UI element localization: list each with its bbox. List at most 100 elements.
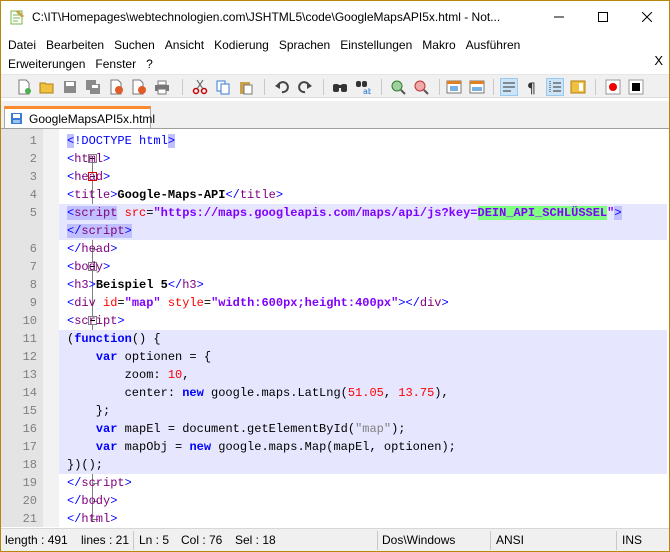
redo-icon[interactable]	[296, 78, 314, 96]
toolbar-separator	[323, 79, 324, 95]
window-title: C:\IT\Homepages\webtechnologien.com\JSHT…	[32, 10, 501, 24]
copy-icon[interactable]	[214, 78, 232, 96]
close-file-icon[interactable]	[107, 78, 125, 96]
code-line-2: <html>	[67, 152, 111, 166]
line-number: 16	[22, 422, 37, 436]
toolbar-separator	[493, 79, 494, 95]
menu-kodierung[interactable]: Kodierung	[207, 38, 269, 52]
notepadpp-window: C:\IT\Homepages\webtechnologien.com\JSHT…	[0, 0, 670, 552]
print-icon[interactable]	[153, 78, 171, 96]
menu-erweiterungen[interactable]: Erweiterungen	[1, 57, 85, 71]
code-line-12: var optionen = {	[59, 348, 667, 366]
menu-sprachen[interactable]: Sprachen	[272, 38, 330, 52]
minimize-icon	[554, 16, 564, 18]
code-line-14: center: new google.maps.LatLng(51.05, 13…	[59, 384, 667, 402]
toolbar: ab ¶	[1, 74, 669, 98]
status-separator	[490, 531, 491, 550]
menu-bearbeiten[interactable]: Bearbeiten	[39, 38, 104, 52]
close-document-button[interactable]: X	[654, 53, 663, 68]
saved-file-icon	[11, 113, 22, 124]
status-col: Col : 76	[181, 533, 223, 547]
status-mode[interactable]: INS	[622, 533, 642, 547]
save-all-icon[interactable]	[84, 78, 102, 96]
code-line-15: };	[59, 402, 667, 420]
indent-guide-icon[interactable]	[546, 78, 564, 96]
maximize-button[interactable]	[581, 1, 625, 33]
code-line-9: <div id="map" style="width:600px;height:…	[67, 296, 449, 310]
menu-ausfuehren[interactable]: Ausführen	[459, 38, 521, 52]
paste-icon[interactable]	[237, 78, 255, 96]
menu-row-1: Datei Bearbeiten Suchen Ansicht Kodierun…	[1, 35, 523, 54]
menu-makro[interactable]: Makro	[415, 38, 455, 52]
new-file-icon[interactable]	[15, 78, 33, 96]
replace-icon[interactable]: ab	[354, 78, 372, 96]
code-line-13: zoom: 10,	[59, 366, 667, 384]
sync-v-icon[interactable]	[445, 78, 463, 96]
line-number: 19	[22, 476, 37, 490]
line-number: 3	[29, 170, 37, 184]
tab-googlemapsapi5x[interactable]: GoogleMapsAPI5x.html	[4, 106, 155, 129]
toolbar-separator	[381, 79, 382, 95]
code-line-16: var mapEl = document.getElementById("map…	[59, 420, 667, 438]
minimize-button[interactable]	[537, 1, 581, 33]
record-macro-icon[interactable]	[604, 78, 622, 96]
menu-row-2: Erweiterungen Fenster ?	[1, 54, 156, 73]
code-line-1: <!DOCTYPE html>	[67, 134, 176, 148]
line-number: 9	[29, 296, 37, 310]
status-sel: Sel : 18	[235, 533, 276, 547]
code-line-8: <h3>Beispiel 5</h3>	[67, 278, 204, 292]
close-all-icon[interactable]	[130, 78, 148, 96]
find-icon[interactable]	[331, 78, 349, 96]
doc-map-icon[interactable]	[569, 78, 587, 96]
menu-help[interactable]: ?	[139, 57, 153, 71]
tab-label: GoogleMapsAPI5x.html	[29, 112, 156, 126]
line-number: 5	[29, 206, 37, 220]
line-number: 12	[22, 350, 37, 364]
zoom-in-icon[interactable]	[389, 78, 407, 96]
status-ln: Ln : 5	[139, 533, 170, 547]
status-eol[interactable]: Dos\Windows	[382, 533, 455, 547]
sync-h-icon[interactable]	[468, 78, 486, 96]
menu-ansicht[interactable]: Ansicht	[158, 38, 204, 52]
toolbar-separator	[264, 79, 265, 95]
maximize-icon	[598, 12, 608, 22]
status-encoding[interactable]: ANSI	[496, 533, 524, 547]
line-number: 18	[22, 458, 37, 472]
status-separator	[377, 531, 378, 550]
undo-icon[interactable]	[273, 78, 291, 96]
tab-bar: GoogleMapsAPI5x.html	[1, 101, 669, 129]
line-number: 13	[22, 368, 37, 382]
menu-suchen[interactable]: Suchen	[107, 38, 155, 52]
toolbar-separator	[595, 79, 596, 95]
menu-fenster[interactable]: Fenster	[88, 57, 136, 71]
line-number: 10	[22, 314, 37, 328]
code-line-4: <title>Google-Maps-API</title>	[67, 188, 284, 202]
line-number: 17	[22, 440, 37, 454]
show-all-chars-icon[interactable]: ¶	[523, 78, 541, 96]
status-length: length : 491	[5, 533, 68, 547]
cut-icon[interactable]	[191, 78, 209, 96]
save-icon[interactable]	[61, 78, 79, 96]
zoom-out-icon[interactable]	[412, 78, 430, 96]
menu-einstellungen[interactable]: Einstellungen	[333, 38, 412, 52]
code-line-3: <head>	[67, 170, 111, 184]
line-number: 15	[22, 404, 37, 418]
line-number: 21	[22, 512, 37, 526]
close-window-button[interactable]	[625, 1, 669, 33]
line-number: 7	[29, 260, 37, 274]
line-number: 6	[29, 242, 37, 256]
code-line-7: <body>	[67, 260, 111, 274]
menu-bar: Datei Bearbeiten Suchen Ansicht Kodierun…	[1, 33, 669, 73]
code-line-11: (function() {	[59, 330, 667, 348]
code-editor[interactable]: 1 2 3 4 5 6 7 8 9 10 11 12 13 14 15 16 1…	[1, 128, 669, 527]
code-line-21: </html>	[67, 512, 118, 526]
word-wrap-icon[interactable]	[500, 78, 518, 96]
stop-macro-icon[interactable]	[627, 78, 645, 96]
line-number: 20	[22, 494, 37, 508]
menu-datei[interactable]: Datei	[1, 38, 36, 52]
code-line-6: </head>	[67, 242, 118, 256]
fold-margin	[43, 129, 98, 527]
line-number: 8	[29, 278, 37, 292]
svg-text:¶: ¶	[527, 81, 536, 95]
open-file-icon[interactable]	[38, 78, 56, 96]
